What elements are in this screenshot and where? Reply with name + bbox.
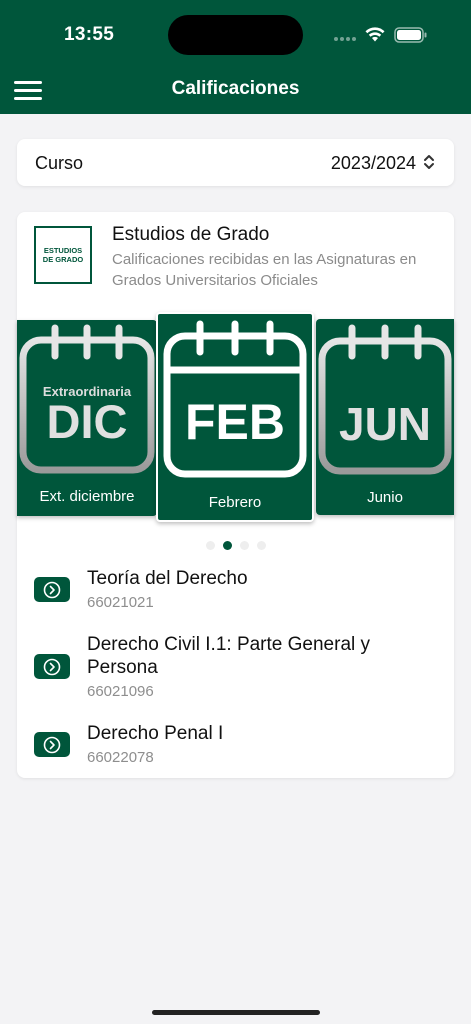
open-subject-button[interactable]: [34, 732, 70, 757]
carousel-pagination[interactable]: [17, 541, 454, 550]
session-month: JUN: [338, 398, 432, 450]
battery-icon: [394, 27, 427, 43]
session-caption: Junio: [367, 489, 403, 506]
page-title: Calificaciones: [171, 78, 300, 99]
session-card-feb[interactable]: FEB Febrero: [156, 312, 314, 522]
course-label: Curso: [35, 153, 84, 173]
chevron-right-circle-icon: [43, 736, 61, 753]
top-header: 13:55 Calificaciones: [0, 0, 471, 114]
status-time: 13:55: [64, 24, 115, 45]
open-subject-button[interactable]: [34, 577, 70, 602]
open-subject-button[interactable]: [34, 654, 70, 679]
session-caption: Ext. diciembre: [39, 488, 135, 505]
home-indicator[interactable]: [152, 1010, 320, 1015]
subject-name: Teoría del Derecho: [87, 568, 248, 589]
grado-subtitle: Calificaciones recibidas en las Asignatu…: [112, 251, 417, 289]
chevron-right-circle-icon: [43, 658, 61, 675]
grades-card: ESTUDIOS DE GRADO Estudios de Grado Cali…: [17, 212, 454, 778]
chevron-up-down-icon: [424, 155, 434, 169]
subject-code: 66022078: [87, 749, 154, 766]
page-dot[interactable]: [205, 541, 215, 550]
page-dot[interactable]: [239, 541, 249, 550]
session-month: DIC: [46, 395, 128, 448]
session-card-jun[interactable]: JUN Junio: [316, 319, 454, 515]
session-card-dic[interactable]: Extraordinaria DIC Ext. diciembre: [17, 320, 157, 516]
exam-session-carousel[interactable]: Extraordinaria DIC Ext. diciembre FEB Fe…: [17, 312, 454, 527]
chevron-right-circle-icon: [43, 581, 61, 598]
estudios-de-grado-logo: ESTUDIOS DE GRADO: [34, 226, 92, 284]
page-dot[interactable]: [256, 541, 266, 550]
cellular-signal-icon: [334, 37, 356, 41]
session-caption: Febrero: [208, 494, 262, 511]
subject-name: Derecho Penal I: [87, 723, 224, 744]
wifi-icon: [365, 27, 385, 42]
grado-title: Estudios de Grado: [112, 224, 270, 245]
subject-code: 66021021: [87, 594, 154, 611]
course-year-selector[interactable]: Curso 2023/2024: [17, 139, 454, 186]
subject-code: 66021096: [87, 683, 154, 700]
session-month: FEB: [185, 394, 285, 450]
course-value: 2023/2024: [330, 153, 416, 173]
page-dot-active[interactable]: [222, 541, 232, 550]
dynamic-island: [168, 15, 303, 55]
subject-name: Derecho Civil I.1: Parte General y Perso…: [87, 634, 371, 678]
